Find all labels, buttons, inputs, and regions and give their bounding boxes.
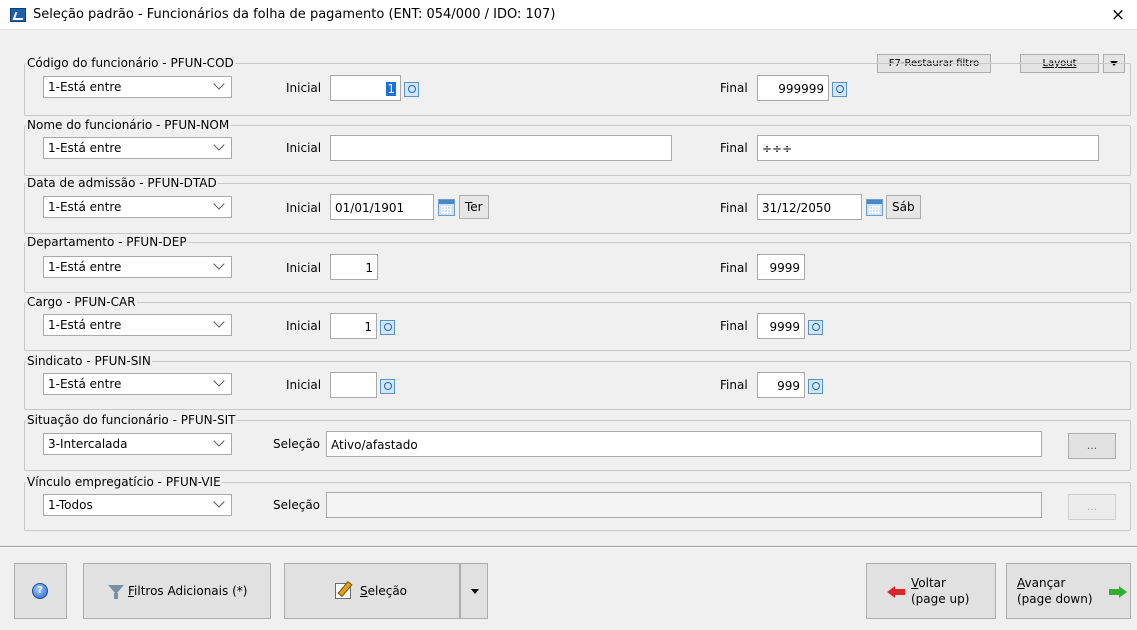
group-title: Data de admissão - PFUN-DTAD (26, 176, 218, 190)
operator-value: 1-Está entre (48, 377, 122, 391)
chevron-down-icon (213, 375, 225, 387)
arrow-right-icon (1109, 586, 1127, 598)
group-title: Código do funcionário - PFUN-COD (26, 56, 235, 70)
initial-label: Inicial (286, 141, 322, 155)
back-shortcut: (page up) (911, 592, 970, 606)
operator-value: 1-Está entre (48, 260, 122, 274)
operator-value: 3-Intercalada (48, 437, 128, 451)
lookup-icon[interactable] (808, 379, 823, 394)
group-title: Vínculo empregatício - PFUN-VIE (26, 475, 222, 489)
initial-date-input[interactable]: 01/01/1901 (330, 194, 434, 220)
operator-select[interactable]: 1-Está entre (43, 137, 232, 159)
initial-weekday: Ter (459, 195, 489, 219)
lookup-icon[interactable] (380, 379, 395, 394)
initial-label: Inicial (286, 81, 322, 95)
selection-button[interactable]: Seleção (284, 563, 460, 619)
chevron-down-icon (213, 496, 225, 508)
back-label: Voltar (911, 576, 946, 590)
selection-button-label: Seleção (360, 584, 408, 598)
lookup-icon[interactable] (380, 320, 395, 335)
operator-value: 1-Está entre (48, 318, 122, 332)
help-icon: ? (32, 583, 48, 599)
chevron-down-icon (213, 78, 225, 90)
initial-label: Inicial (286, 319, 322, 333)
arrow-left-icon (887, 586, 905, 598)
final-input[interactable]: 999 (757, 372, 805, 398)
operator-value: 1-Todos (48, 498, 93, 512)
chevron-down-icon (213, 258, 225, 270)
initial-label: Inicial (286, 378, 322, 392)
operator-select[interactable]: 1-Todos (43, 494, 232, 516)
footer-separator (0, 546, 1137, 548)
initial-value: 1 (386, 82, 396, 96)
help-button[interactable]: ? (14, 563, 67, 619)
initial-label: Inicial (286, 201, 322, 215)
final-input[interactable]: 9999 (757, 254, 805, 280)
operator-value: 1-Está entre (48, 80, 122, 94)
chevron-down-icon (213, 139, 225, 151)
operator-select[interactable]: 1-Está entre (43, 76, 232, 98)
calendar-icon[interactable] (866, 199, 883, 216)
calendar-icon[interactable] (438, 199, 455, 216)
additional-filters-button[interactable]: Filtros Adicionais (*) (83, 563, 271, 619)
group-title: Departamento - PFUN-DEP (26, 235, 188, 249)
selection-browse-button: ... (1068, 494, 1116, 520)
final-input[interactable]: 999999 (757, 75, 829, 101)
lookup-icon[interactable] (808, 320, 823, 335)
operator-select[interactable]: 1-Está entre (43, 196, 232, 218)
next-label: Avançar (1017, 576, 1066, 590)
close-button[interactable]: × (1107, 4, 1129, 26)
operator-select[interactable]: 3-Intercalada (43, 433, 232, 455)
operator-select[interactable]: 1-Está entre (43, 314, 232, 336)
final-label: Final (720, 141, 748, 155)
edit-icon (335, 583, 351, 599)
next-button[interactable]: Avançar (page down) (1006, 563, 1131, 619)
operator-select[interactable]: 1-Está entre (43, 373, 232, 395)
chevron-down-icon (213, 198, 225, 210)
chevron-down-icon (471, 589, 479, 594)
selection-browse-button[interactable]: ... (1068, 433, 1116, 459)
group-title: Sindicato - PFUN-SIN (26, 354, 152, 368)
operator-select[interactable]: 1-Está entre (43, 256, 232, 278)
selection-label: Seleção (273, 437, 321, 451)
group-title: Cargo - PFUN-CAR (26, 295, 137, 309)
group-title: Nome do funcionário - PFUN-NOM (26, 118, 231, 132)
additional-filters-label: Filtros Adicionais (*) (128, 584, 248, 598)
chevron-down-icon (213, 435, 225, 447)
initial-label: Inicial (286, 261, 322, 275)
operator-value: 1-Está entre (48, 141, 122, 155)
initial-input[interactable]: 1 (330, 75, 401, 101)
final-weekday: Sáb (886, 195, 921, 219)
chevron-down-icon (213, 316, 225, 328)
title-bar: Seleção padrão - Funcionários da folha d… (0, 0, 1137, 30)
final-input[interactable]: ÷÷÷ (757, 135, 1099, 161)
initial-input[interactable]: 1 (330, 313, 377, 339)
filter-icon (106, 584, 126, 600)
selection-dropdown-button[interactable] (460, 563, 488, 619)
window-title: Seleção padrão - Funcionários da folha d… (33, 7, 556, 22)
final-label: Final (720, 261, 748, 275)
final-input[interactable]: 9999 (757, 313, 805, 339)
final-label: Final (720, 319, 748, 333)
final-label: Final (720, 378, 748, 392)
selection-field (326, 492, 1042, 518)
lookup-icon[interactable] (404, 82, 419, 97)
initial-input[interactable] (330, 372, 377, 398)
group-title: Situação do funcionário - PFUN-SIT (26, 413, 237, 427)
selection-label: Seleção (273, 498, 321, 512)
initial-input[interactable] (330, 135, 672, 161)
initial-input[interactable]: 1 (330, 254, 378, 280)
lookup-icon[interactable] (832, 82, 847, 97)
selection-field: Ativo/afastado (326, 431, 1042, 457)
final-label: Final (720, 81, 748, 95)
operator-value: 1-Está entre (48, 200, 122, 214)
next-shortcut: (page down) (1017, 592, 1093, 606)
back-button[interactable]: Voltar (page up) (866, 563, 996, 619)
final-label: Final (720, 201, 748, 215)
app-icon (10, 8, 26, 22)
final-date-input[interactable]: 31/12/2050 (757, 194, 862, 220)
